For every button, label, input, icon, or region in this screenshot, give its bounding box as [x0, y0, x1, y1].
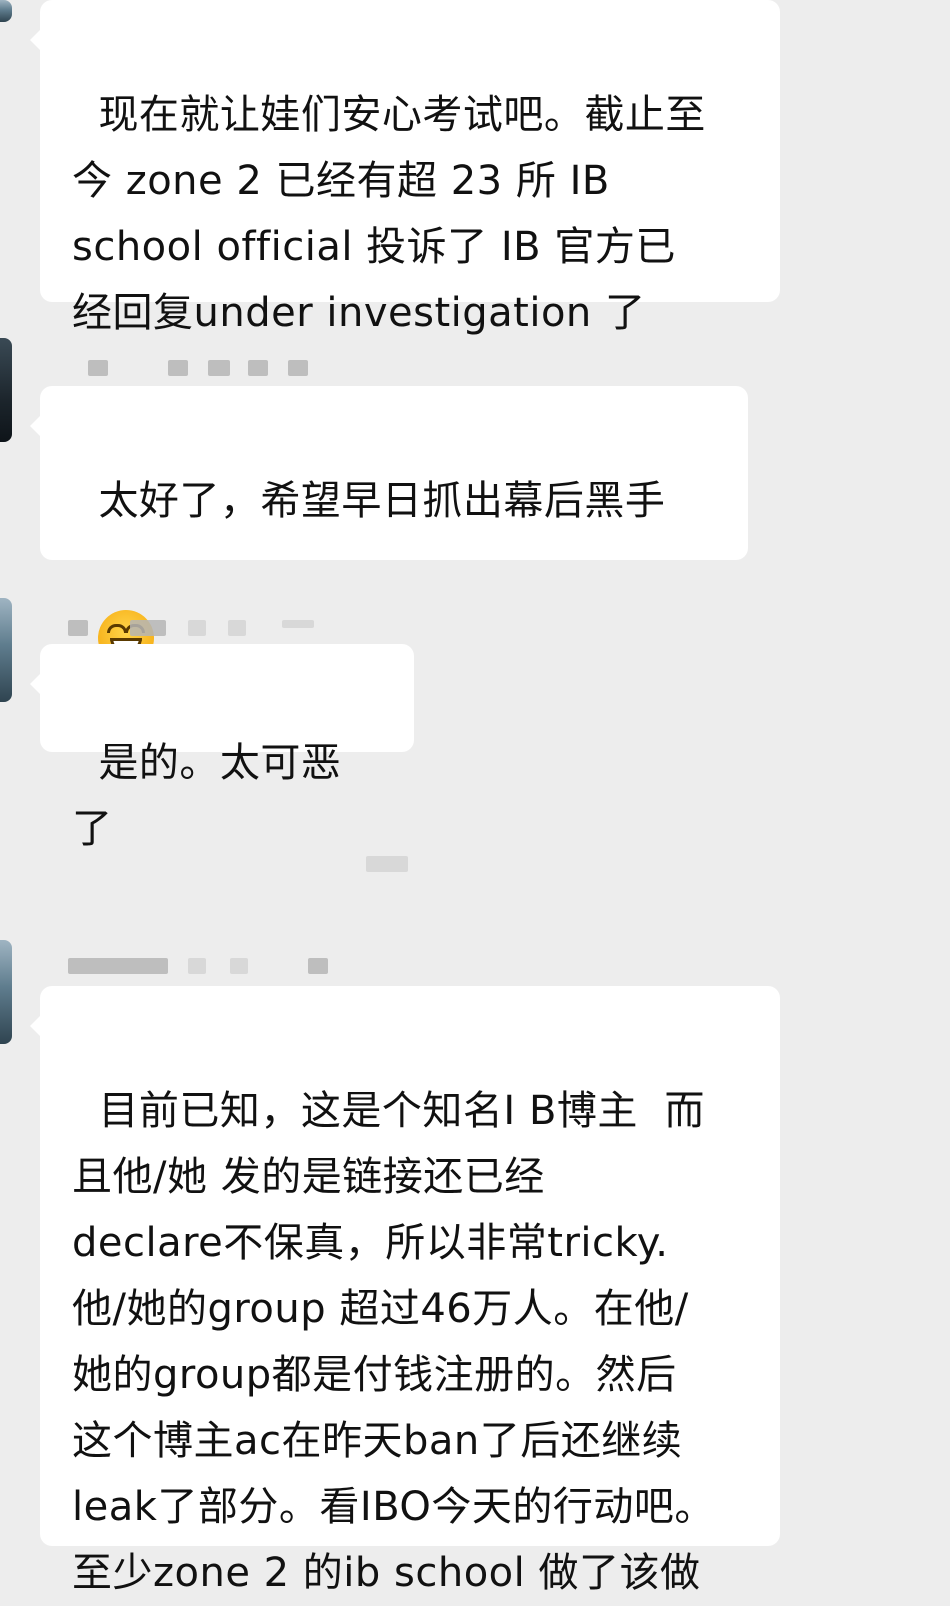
message-text: 太好了，希望早日抓出幕后黑手	[98, 478, 666, 524]
message-bubble[interactable]: 太好了，希望早日抓出幕后黑手	[30, 386, 748, 666]
sender-name-redacted	[68, 958, 168, 974]
sender-name-redacted	[288, 360, 308, 376]
sender-avatar[interactable]	[0, 338, 12, 442]
sender-avatar[interactable]	[0, 598, 12, 702]
message-text: 现在就让娃们安心考试吧。截止至 今 zone 2 已经有超 23 所 IB sc…	[72, 92, 706, 336]
sender-avatar[interactable]	[0, 0, 12, 22]
sender-name-redacted	[188, 958, 206, 974]
sender-name-redacted	[230, 958, 248, 974]
sender-name-redacted	[168, 360, 188, 376]
sender-name-redacted	[88, 360, 108, 376]
message-bubble[interactable]: 目前已知，这是个知名I B博主 而 且他/她 发的是链接还已经 declare不…	[30, 986, 780, 1596]
timestamp-redacted	[366, 856, 408, 872]
sender-avatar[interactable]	[0, 940, 12, 1044]
message-bubble[interactable]: 现在就让娃们安心考试吧。截止至 今 zone 2 已经有超 23 所 IB sc…	[30, 0, 780, 336]
sender-name-redacted	[308, 958, 328, 974]
sender-name-redacted	[188, 620, 206, 636]
sender-name-redacted	[282, 620, 314, 628]
message-bubble[interactable]: 是的。太可恶了	[30, 644, 414, 852]
sender-name-redacted	[68, 620, 88, 636]
sender-name-redacted	[208, 360, 230, 376]
sender-name-redacted	[228, 620, 246, 636]
sender-name-redacted	[130, 620, 166, 636]
sender-name-redacted	[248, 360, 268, 376]
message-text: 目前已知，这是个知名I B博主 而 且他/她 发的是链接还已经 declare不…	[72, 1088, 715, 1596]
